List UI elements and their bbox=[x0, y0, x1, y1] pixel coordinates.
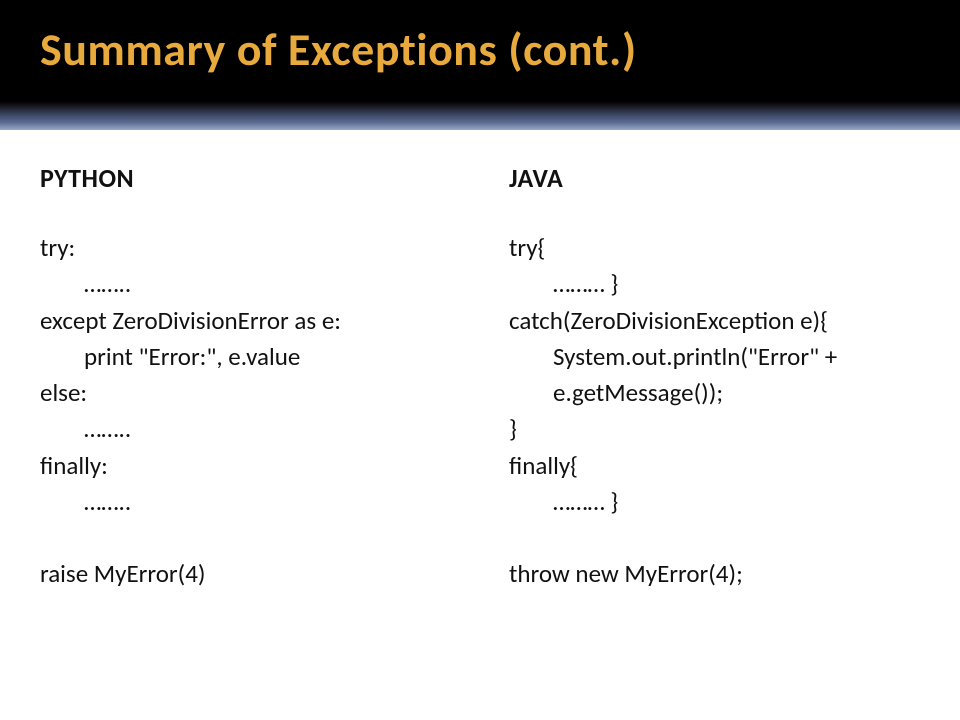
java-code: try{……… }catch(ZeroDivisionException e){… bbox=[509, 230, 920, 592]
code-line: print "Error:", e.value bbox=[40, 339, 461, 375]
code-line: ……… } bbox=[509, 484, 920, 520]
code-line: …….. bbox=[40, 266, 461, 302]
code-line: System.out.println("Error" + bbox=[509, 339, 920, 375]
slide-title: Summary of Exceptions (cont.) bbox=[40, 22, 920, 78]
code-line: …….. bbox=[40, 411, 461, 447]
code-line: catch(ZeroDivisionException e){ bbox=[509, 303, 920, 339]
code-line: } bbox=[509, 411, 920, 447]
code-line: else: bbox=[40, 375, 461, 411]
java-header: JAVA bbox=[509, 162, 920, 194]
code-line: finally{ bbox=[509, 448, 920, 484]
code-line: finally: bbox=[40, 448, 461, 484]
code-line: e.getMessage()); bbox=[509, 375, 920, 411]
code-line bbox=[509, 520, 920, 556]
code-line: throw new MyError(4); bbox=[509, 556, 920, 592]
code-line: try: bbox=[40, 230, 461, 266]
java-column: JAVA try{……… }catch(ZeroDivisionExceptio… bbox=[481, 162, 940, 690]
slide: Summary of Exceptions (cont.) PYTHON try… bbox=[0, 0, 960, 720]
code-line: try{ bbox=[509, 230, 920, 266]
code-line: except ZeroDivisionError as e: bbox=[40, 303, 461, 339]
python-header: PYTHON bbox=[40, 162, 461, 194]
code-line: …….. bbox=[40, 484, 461, 520]
slide-body: PYTHON try:……..except ZeroDivisionError … bbox=[0, 130, 960, 720]
title-bar: Summary of Exceptions (cont.) bbox=[0, 0, 960, 130]
code-line: raise MyError(4) bbox=[40, 556, 461, 592]
python-code: try:……..except ZeroDivisionError as e:pr… bbox=[40, 230, 461, 592]
python-column: PYTHON try:……..except ZeroDivisionError … bbox=[40, 162, 481, 690]
code-line bbox=[40, 520, 461, 556]
code-line: ……… } bbox=[509, 266, 920, 302]
